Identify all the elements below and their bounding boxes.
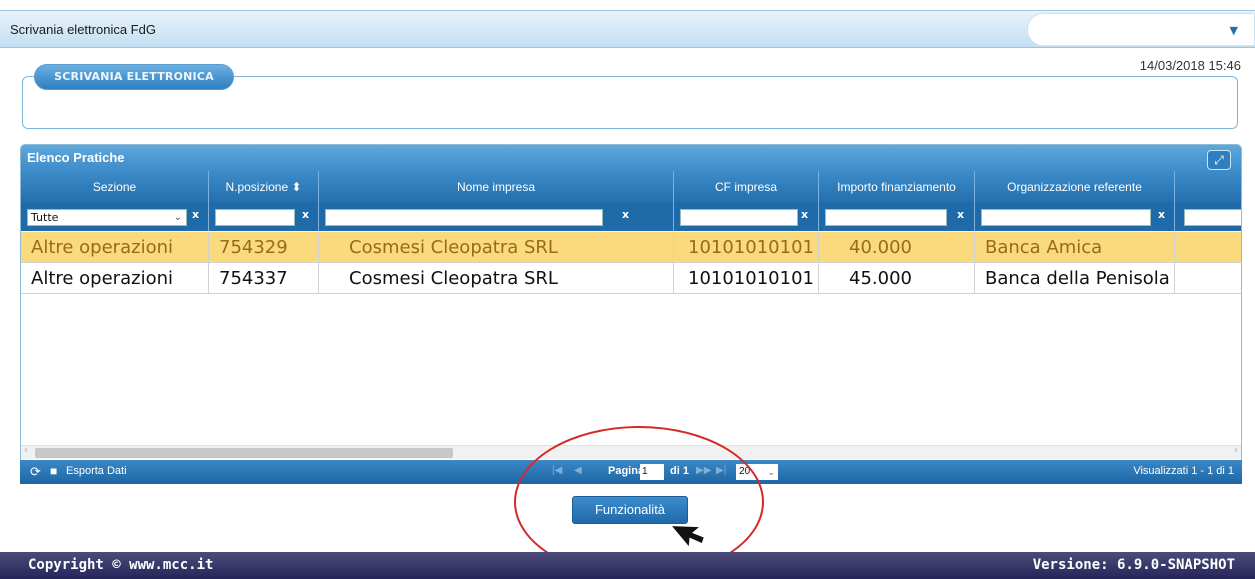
- cell-importo: 45.000: [819, 263, 975, 294]
- sort-icon: ⬍: [291, 180, 302, 194]
- refresh-icon[interactable]: ⟳: [30, 464, 41, 480]
- grid-title: Elenco Pratiche: [27, 150, 125, 165]
- chevron-down-icon: ⌄: [173, 212, 182, 223]
- app-title: Scrivania elettronica FdG: [10, 22, 156, 37]
- clear-filter-nome-impresa[interactable]: x: [622, 208, 629, 221]
- expand-icon: ⤢: [1214, 153, 1224, 167]
- nome-impresa-filter-input[interactable]: [325, 209, 603, 226]
- grid-header-row: Sezione N.posizione ⬍ Nome impresa CF im…: [21, 171, 1241, 203]
- column-header-extra: [1175, 171, 1241, 203]
- cell-sezione: Altre operazioni: [21, 232, 209, 263]
- column-header-cf-impresa[interactable]: CF impresa: [674, 171, 819, 203]
- extra-filter-input[interactable]: [1184, 209, 1241, 226]
- current-datetime: 14/03/2018 15:46: [1139, 58, 1241, 73]
- cell-organizzazione: Banca Amica: [975, 232, 1175, 263]
- footer-bar: Copyright © www.mcc.it Versione: 6.9.0-S…: [0, 552, 1255, 579]
- section-legend: SCRIVANIA ELETTRONICA: [34, 64, 234, 90]
- user-dropdown[interactable]: ▼: [1027, 13, 1255, 46]
- copyright-text: Copyright © www.mcc.it: [28, 557, 214, 573]
- clear-filter-organizzazione[interactable]: x: [1158, 208, 1165, 221]
- table-row[interactable]: Altre operazioni 754337 Cosmesi Cleopatr…: [21, 263, 1241, 294]
- clear-filter-n-posizione[interactable]: x: [302, 208, 309, 221]
- top-bar: Scrivania elettronica FdG ▼: [0, 10, 1255, 48]
- n-posizione-filter-input[interactable]: [215, 209, 295, 226]
- column-header-nome-impresa[interactable]: Nome impresa: [319, 171, 674, 203]
- cell-sezione: Altre operazioni: [21, 263, 209, 294]
- scroll-left-icon[interactable]: ‹: [24, 445, 28, 456]
- export-data-button[interactable]: Esporta Dati: [66, 465, 127, 477]
- column-header-sezione[interactable]: Sezione: [21, 171, 209, 203]
- cell-nome-impresa: Cosmesi Cleopatra SRL: [319, 263, 674, 294]
- grid-filter-row: Tutte ⌄ x x x x x x: [21, 203, 1241, 231]
- cell-nome-impresa: Cosmesi Cleopatra SRL: [319, 232, 674, 263]
- expand-grid-button[interactable]: ⤢: [1207, 150, 1231, 170]
- importo-filter-input[interactable]: [825, 209, 947, 226]
- grid-caption: Elenco Pratiche: [21, 145, 1241, 171]
- table-row[interactable]: Altre operazioni 754329 Cosmesi Cleopatr…: [21, 232, 1241, 263]
- chevron-down-icon[interactable]: ▼: [1230, 24, 1238, 37]
- column-header-importo[interactable]: Importo finanziamento: [819, 171, 975, 203]
- version-text: Versione: 6.9.0-SNAPSHOT: [1032, 557, 1235, 573]
- sezione-filter-select[interactable]: Tutte ⌄: [27, 209, 187, 226]
- cell-cf-impresa: 10101010101: [674, 232, 819, 263]
- scrollbar-thumb[interactable]: [35, 448, 453, 458]
- scroll-right-icon[interactable]: ›: [1234, 445, 1238, 456]
- chevron-down-icon: ⌄: [767, 467, 775, 477]
- cell-n-posizione: 754337: [209, 263, 319, 294]
- column-header-organizzazione[interactable]: Organizzazione referente: [975, 171, 1175, 203]
- save-icon[interactable]: ■: [50, 464, 57, 478]
- records-summary: Visualizzati 1 - 1 di 1: [1133, 465, 1234, 477]
- clear-filter-sezione[interactable]: x: [192, 208, 199, 221]
- clear-filter-cf-impresa[interactable]: x: [801, 208, 808, 221]
- column-header-n-posizione[interactable]: N.posizione ⬍: [209, 171, 319, 203]
- cell-cf-impresa: 10101010101: [674, 263, 819, 294]
- cf-impresa-filter-input[interactable]: [680, 209, 798, 226]
- organizzazione-filter-input[interactable]: [981, 209, 1151, 226]
- cell-organizzazione: Banca della Penisola: [975, 263, 1175, 294]
- clear-filter-importo[interactable]: x: [957, 208, 964, 221]
- cell-importo: 40.000: [819, 232, 975, 263]
- cell-n-posizione: 754329: [209, 232, 319, 263]
